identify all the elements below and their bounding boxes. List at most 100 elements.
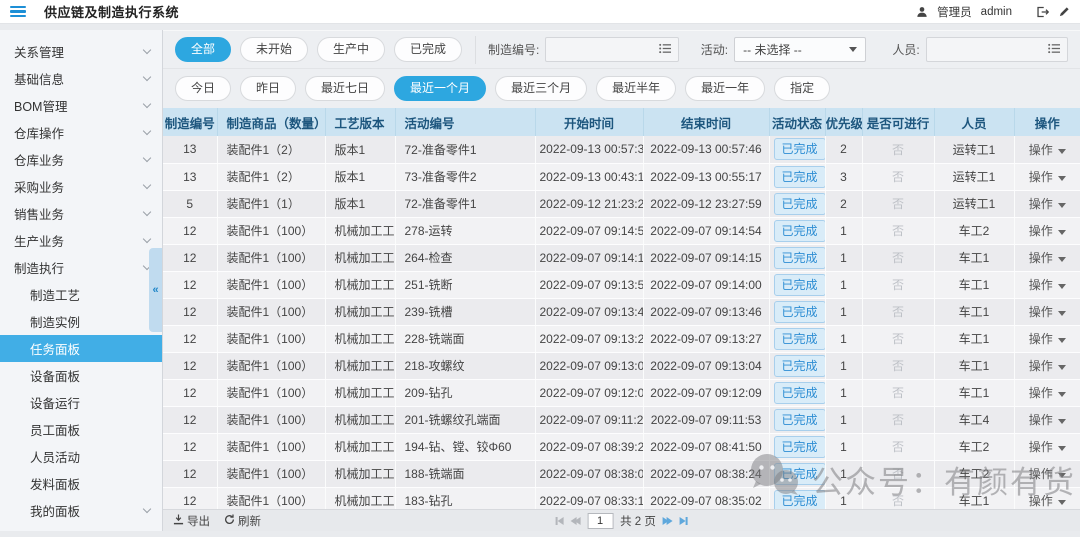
cell-priority: 1 (825, 352, 862, 379)
chevron-down-icon (1058, 500, 1066, 505)
collapse-left-icon: « (152, 284, 158, 296)
row-action-button[interactable]: 操作 (1014, 271, 1080, 298)
row-action-button[interactable]: 操作 (1014, 433, 1080, 460)
row-action-button[interactable]: 操作 (1014, 460, 1080, 487)
sidebar-item[interactable]: 基础信息 (0, 65, 162, 92)
column-header: 开始时间 (535, 108, 643, 136)
date-filter-tab[interactable]: 最近半年 (596, 76, 676, 101)
status-filter-tab[interactable]: 全部 (175, 37, 231, 62)
sidebar-item[interactable]: 仓库业务 (0, 146, 162, 173)
cell-activity: 239-铣槽 (395, 298, 535, 325)
sidebar-item[interactable]: 制造执行 (0, 254, 162, 281)
list-picker-icon[interactable] (1048, 41, 1061, 59)
mfg-no-input[interactable] (545, 37, 679, 62)
last-page-button[interactable] (680, 517, 688, 525)
sidebar-item-label: 我的面板 (30, 501, 80, 520)
row-action-button[interactable]: 操作 (1014, 136, 1080, 163)
row-action-button[interactable]: 操作 (1014, 379, 1080, 406)
status-badge: 已完成 (774, 382, 826, 404)
sidebar-item-label: 设备运行 (30, 393, 80, 412)
chevron-down-icon (1058, 446, 1066, 451)
row-action-button[interactable]: 操作 (1014, 487, 1080, 509)
sidebar-item[interactable]: 关系管理 (0, 38, 162, 65)
cell-can-proceed: 否 (862, 271, 934, 298)
person-input[interactable] (926, 37, 1068, 62)
row-action-button[interactable]: 操作 (1014, 325, 1080, 352)
first-page-button[interactable] (555, 517, 563, 525)
cell-version: 机械加工工艺卡 (325, 487, 395, 509)
sidebar-item[interactable]: 我的面板 (0, 497, 162, 524)
cell-can-proceed: 否 (862, 136, 934, 163)
cell-version: 版本1 (325, 190, 395, 217)
prev-page-button[interactable] (570, 517, 580, 525)
cell-activity: 209-钻孔 (395, 379, 535, 406)
cell-person: 车工1 (934, 244, 1014, 271)
date-filter-tab[interactable]: 最近七日 (305, 76, 385, 101)
row-action-button[interactable]: 操作 (1014, 406, 1080, 433)
chevron-down-icon (143, 181, 151, 189)
date-filter-tab[interactable]: 昨日 (240, 76, 296, 101)
row-action-button[interactable]: 操作 (1014, 217, 1080, 244)
sidebar-item[interactable]: BOM管理 (0, 92, 162, 119)
status-filter-tab[interactable]: 生产中 (317, 37, 385, 62)
cell-product: 装配件1（100） (217, 487, 325, 509)
date-filter-tab[interactable]: 今日 (175, 76, 231, 101)
cell-start-time: 2022-09-07 08:38:03 (535, 460, 643, 487)
column-header: 操作 (1014, 108, 1080, 136)
cell-can-proceed: 否 (862, 298, 934, 325)
sidebar-item[interactable]: 采购业务 (0, 173, 162, 200)
cell-end-time: 2022-09-07 08:35:02 (643, 487, 769, 509)
next-page-button[interactable] (663, 517, 673, 525)
sidebar-item-label: 制造实例 (30, 312, 80, 331)
date-filter-tab[interactable]: 指定 (774, 76, 830, 101)
list-picker-icon[interactable] (659, 41, 672, 59)
cell-status: 已完成 (769, 325, 825, 352)
export-button[interactable]: 导出 (173, 513, 210, 529)
column-header: 优先级 (825, 108, 862, 136)
cell-product: 装配件1（100） (217, 217, 325, 244)
cell-person: 运转工1 (934, 136, 1014, 163)
row-action-button[interactable]: 操作 (1014, 163, 1080, 190)
row-action-label: 操作 (1029, 494, 1053, 508)
sidebar-collapse-handle[interactable]: « (149, 248, 162, 332)
sidebar-item[interactable]: 仓库操作 (0, 119, 162, 146)
page-number-input[interactable] (587, 513, 613, 529)
status-filter-tab[interactable]: 已完成 (394, 37, 462, 62)
sidebar-item[interactable]: 任务面板 (0, 335, 162, 362)
activity-select[interactable]: -- 未选择 -- (734, 37, 866, 62)
sidebar-item[interactable]: 生产业务 (0, 227, 162, 254)
date-filter-tab[interactable]: 最近一年 (685, 76, 765, 101)
sidebar-item[interactable]: 制造工艺 (0, 281, 162, 308)
column-header: 人员 (934, 108, 1014, 136)
divider (475, 36, 476, 64)
row-action-button[interactable]: 操作 (1014, 244, 1080, 271)
cell-version: 机械加工工艺卡 (325, 217, 395, 244)
cell-start-time: 2022-09-07 09:13:21 (535, 325, 643, 352)
logout-icon[interactable] (1036, 6, 1049, 18)
sidebar-item-label: 仓库业务 (14, 150, 64, 169)
cell-status: 已完成 (769, 136, 825, 163)
chevron-down-icon (143, 154, 151, 162)
sidebar-item[interactable]: 设备运行 (0, 389, 162, 416)
cell-can-proceed: 否 (862, 217, 934, 244)
sidebar-item[interactable]: 设备面板 (0, 362, 162, 389)
refresh-button[interactable]: 刷新 (224, 513, 261, 529)
sidebar-item[interactable]: 员工面板 (0, 416, 162, 443)
date-filter-tab[interactable]: 最近三个月 (495, 76, 587, 101)
row-action-button[interactable]: 操作 (1014, 352, 1080, 379)
cell-priority: 2 (825, 190, 862, 217)
sidebar-item[interactable]: 制造实例 (0, 308, 162, 335)
status-badge: 已完成 (774, 138, 826, 160)
cell-mfg-no: 12 (163, 217, 217, 244)
status-filter-tab[interactable]: 未开始 (240, 37, 308, 62)
sidebar-item[interactable]: 人员活动 (0, 443, 162, 470)
menu-icon[interactable] (10, 6, 26, 18)
sidebar-item[interactable]: 销售业务 (0, 200, 162, 227)
status-badge: 已完成 (774, 274, 826, 296)
date-filter-tab[interactable]: 最近一个月 (394, 76, 486, 101)
row-action-button[interactable]: 操作 (1014, 190, 1080, 217)
edit-icon[interactable] (1058, 6, 1070, 18)
column-header: 活动状态 (769, 108, 825, 136)
row-action-button[interactable]: 操作 (1014, 298, 1080, 325)
sidebar-item[interactable]: 发料面板 (0, 470, 162, 497)
